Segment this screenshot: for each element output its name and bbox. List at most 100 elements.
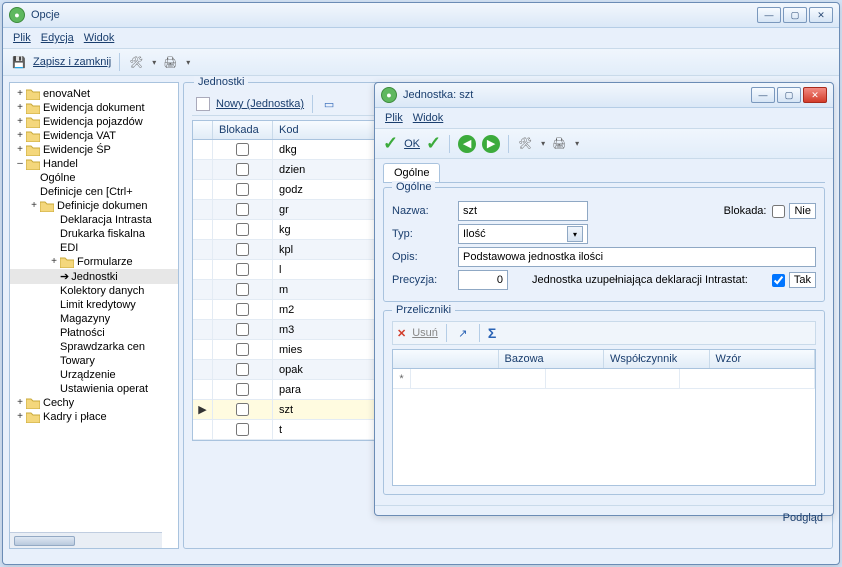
tree-item[interactable]: +Formularze [10,255,178,269]
sub-close-button[interactable]: ✕ [803,87,827,103]
blokada-checkbox[interactable] [236,283,249,296]
tab-ogolne[interactable]: Ogólne [383,163,440,182]
cell-blokada[interactable] [213,140,273,159]
expand-icon[interactable]: + [14,88,26,100]
expand-icon[interactable]: + [48,256,60,268]
col-bazowa[interactable]: Bazowa [499,350,605,368]
blokada-checkbox[interactable] [236,403,249,416]
delete-button[interactable]: Usuń [412,327,438,339]
blokada-checkbox[interactable] [236,163,249,176]
new-item-button[interactable]: Nowy (Jednostka) [216,98,304,110]
sub-print-caret[interactable]: ▾ [575,139,579,148]
expand-icon[interactable]: + [14,411,26,423]
cell-blokada[interactable] [213,400,273,419]
typ-combo[interactable]: Ilość ▾ [458,224,588,244]
expand-icon[interactable] [48,285,60,297]
opis-input[interactable] [458,247,816,267]
expand-icon[interactable] [28,172,40,184]
tree-item[interactable]: +Ewidencje ŚP [10,143,178,157]
tree-item[interactable]: +Definicje dokumen [10,199,178,213]
przelicz-open-icon[interactable]: ↗ [455,325,471,341]
tree-item[interactable]: Limit kredytowy [10,298,178,312]
expand-icon[interactable] [48,355,60,367]
expand-icon[interactable] [48,369,60,381]
col-marker[interactable] [193,121,213,139]
intrastat-checkbox[interactable] [772,274,785,287]
blokada-checkbox[interactable] [236,423,249,436]
cell-blokada[interactable] [213,380,273,399]
expand-icon[interactable]: + [14,144,26,156]
tree-scrollbar[interactable] [10,532,162,548]
expand-icon[interactable]: + [14,130,26,142]
tree-item[interactable]: ➔Jednostki [10,269,178,284]
nav-forward-icon[interactable]: ▶ [482,135,500,153]
expand-icon[interactable] [48,383,60,395]
cell-blokada[interactable] [213,180,273,199]
new-row[interactable]: * [393,369,815,389]
cell-blokada[interactable] [213,320,273,339]
col-blokada[interactable]: Blokada [213,121,273,139]
expand-icon[interactable] [48,271,60,283]
sub-maximize-button[interactable]: ▢ [777,87,801,103]
tree-item[interactable]: Magazyny [10,312,178,326]
tree-item[interactable]: EDI [10,241,178,255]
cell-blokada[interactable] [213,220,273,239]
tools-caret-icon[interactable]: ▾ [152,58,156,67]
sub-tools-icon[interactable]: 🛠 [517,136,533,152]
blokada-checkbox[interactable] [236,183,249,196]
tree-item[interactable]: Urządzenie [10,368,178,382]
precyzja-input[interactable] [458,270,508,290]
ok-button[interactable]: OK [404,138,420,150]
expand-icon[interactable] [48,214,60,226]
tree-item[interactable]: Płatności [10,326,178,340]
cell-blokada[interactable] [213,240,273,259]
sub-minimize-button[interactable]: — [751,87,775,103]
expand-icon[interactable]: – [14,158,26,170]
tree-item[interactable]: Drukarka fiskalna [10,227,178,241]
tree-item[interactable]: –Handel [10,157,178,171]
expand-icon[interactable] [48,242,60,254]
tree-item[interactable]: Sprawdzarka cen [10,340,178,354]
blokada-checkbox[interactable] [236,243,249,256]
print-caret-icon[interactable]: ▾ [186,58,190,67]
blokada-checkbox[interactable] [236,363,249,376]
menu-file[interactable]: Plik [13,32,31,44]
sigma-icon[interactable]: Σ [488,325,496,341]
maximize-button[interactable]: ▢ [783,7,807,23]
blokada-checkbox[interactable] [772,205,785,218]
blokada-checkbox[interactable] [236,143,249,156]
sub-print-icon[interactable]: 🖨 [551,136,567,152]
sub-menu-view[interactable]: Widok [413,112,444,124]
menu-view[interactable]: Widok [84,32,115,44]
col-wzor[interactable]: Wzór [710,350,816,368]
tree-item[interactable]: Towary [10,354,178,368]
blokada-checkbox[interactable] [236,303,249,316]
expand-icon[interactable] [48,327,60,339]
tree-item[interactable]: +Ewidencja pojazdów [10,115,178,129]
save-close-button[interactable]: Zapisz i zamknij [33,56,111,68]
expand-icon[interactable]: + [14,116,26,128]
expand-icon[interactable] [48,228,60,240]
blokada-checkbox[interactable] [236,323,249,336]
tree-item[interactable]: +Ewidencja VAT [10,129,178,143]
expand-icon[interactable] [48,313,60,325]
close-button[interactable]: ✕ [809,7,833,23]
expand-icon[interactable] [28,186,40,198]
tree-item[interactable]: Deklaracja Intrasta [10,213,178,227]
tree-item[interactable]: +Ewidencja dokument [10,101,178,115]
expand-icon[interactable] [48,341,60,353]
nazwa-input[interactable] [458,201,588,221]
expand-icon[interactable]: + [14,102,26,114]
blokada-checkbox[interactable] [236,383,249,396]
tree-item[interactable]: Ogólne [10,171,178,185]
sub-tools-caret[interactable]: ▾ [541,139,545,148]
tools-icon[interactable]: 🛠 [128,54,144,70]
cell-blokada[interactable] [213,360,273,379]
cell-blokada[interactable] [213,160,273,179]
blokada-checkbox[interactable] [236,203,249,216]
print-icon[interactable]: 🖨 [162,54,178,70]
expand-icon[interactable]: + [28,200,40,212]
blokada-checkbox[interactable] [236,343,249,356]
tree-item[interactable]: +Cechy [10,396,178,410]
blokada-checkbox[interactable] [236,263,249,276]
